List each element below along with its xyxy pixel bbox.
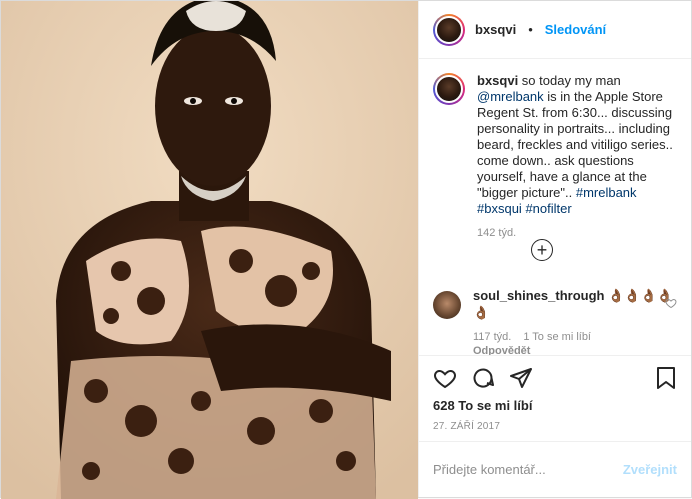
post-sidebar: bxsqvi • Sledování bxsqvi so today my ma…: [418, 1, 691, 497]
post-window: bxsqvi • Sledování bxsqvi so today my ma…: [0, 0, 692, 499]
comment-likes[interactable]: 1 To se mi líbí: [523, 331, 591, 343]
comment: soul_shines_through 👌🏾👌🏾👌🏾👌🏾👌🏾 117 týd. …: [433, 287, 677, 355]
plus-circle-icon: +: [536, 240, 548, 260]
comment-icon[interactable]: [471, 366, 495, 390]
share-icon[interactable]: [509, 366, 533, 390]
author-username[interactable]: bxsqvi: [475, 22, 516, 37]
reply-button[interactable]: Odpovědět: [473, 345, 677, 355]
separator-dot: •: [528, 22, 533, 37]
caption-text: bxsqvi so today my man @mrelbank is in t…: [477, 73, 673, 216]
post-actions: 628 To se mi líbí 27. ZÁŘÍ 2017: [419, 355, 691, 441]
comment-text: soul_shines_through 👌🏾👌🏾👌🏾👌🏾👌🏾: [473, 287, 677, 321]
likes-count[interactable]: 628 To se mi líbí: [433, 398, 677, 413]
hashtag-link[interactable]: #bxsqui: [477, 201, 522, 216]
hashtag-link[interactable]: #mrelbank: [576, 185, 637, 200]
comments-section: bxsqvi so today my man @mrelbank is in t…: [419, 59, 691, 355]
load-more-comments-button[interactable]: +: [531, 239, 553, 261]
post-comment-button[interactable]: Zveřejnit: [623, 462, 677, 477]
mention-link[interactable]: @mrelbank: [477, 89, 544, 104]
commenter-avatar[interactable]: [433, 291, 461, 319]
caption-age: 142 týd.: [477, 227, 517, 239]
action-icons: [433, 364, 677, 392]
add-comment-bar: Přidejte komentář... Zveřejnit: [419, 441, 691, 497]
post-date: 27. ZÁŘÍ 2017: [433, 421, 501, 432]
caption-username[interactable]: bxsqvi: [477, 73, 518, 88]
comment-input[interactable]: Přidejte komentář...: [433, 462, 623, 477]
caption-avatar[interactable]: [433, 73, 465, 105]
comment-age: 117 týd.: [473, 331, 512, 343]
portrait-image: [1, 1, 418, 499]
post-photo[interactable]: [1, 1, 418, 499]
author-avatar[interactable]: [433, 13, 465, 46]
post-header: bxsqvi • Sledování: [419, 1, 691, 59]
caption: bxsqvi so today my man @mrelbank is in t…: [433, 73, 677, 217]
follow-button[interactable]: Sledování: [545, 22, 606, 37]
hashtag-link[interactable]: #nofilter: [525, 201, 571, 216]
commenter-username[interactable]: soul_shines_through: [473, 288, 604, 303]
heart-icon[interactable]: [433, 366, 457, 390]
comment-meta: 117 týd. 1 To se mi líbí: [473, 331, 677, 343]
comment-like-heart-icon[interactable]: [665, 297, 677, 309]
bookmark-icon[interactable]: [655, 366, 677, 390]
